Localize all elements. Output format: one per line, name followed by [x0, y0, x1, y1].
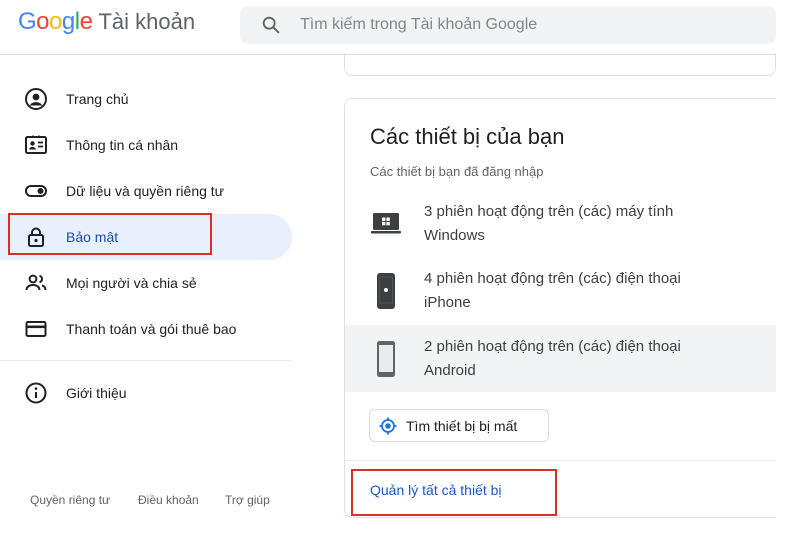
- sidebar-item-data-privacy[interactable]: Dữ liệu và quyền riêng tư: [0, 168, 292, 214]
- sidebar-item-label: Mọi người và chia sẻ: [66, 275, 197, 291]
- sidebar-item-about[interactable]: Giới thiệu: [0, 370, 292, 416]
- info-icon: [24, 381, 48, 405]
- logo-letter: g: [61, 8, 75, 35]
- logo-letter: o: [36, 8, 50, 35]
- sidebar-item-label: Trang chủ: [66, 91, 129, 107]
- iphone-icon: [377, 273, 395, 309]
- sidebar-divider: [0, 360, 292, 361]
- footer-link-terms[interactable]: Điều khoản: [138, 493, 199, 507]
- find-lost-device-label: Tìm thiết bị bị mất: [406, 417, 518, 434]
- device-description: 4 phiên hoạt động trên (các) điện thoại …: [424, 267, 754, 315]
- device-sessions: 2 phiên hoạt động trên (các) điện thoại: [424, 338, 681, 355]
- logo-letter: G: [18, 8, 37, 35]
- sidebar-item-label: Thanh toán và gói thuê bao: [66, 321, 237, 337]
- sidebar-item-home[interactable]: Trang chủ: [0, 76, 292, 122]
- device-sessions: 4 phiên hoạt động trên (các) điện thoại: [424, 270, 681, 287]
- google-logo: Google: [18, 8, 93, 36]
- id-card-icon: [24, 133, 48, 157]
- sidebar-item-personal-info[interactable]: Thông tin cá nhân: [0, 122, 292, 168]
- manage-devices-highlight-box: [351, 469, 557, 516]
- toggle-icon: [24, 179, 48, 203]
- search-bar[interactable]: [240, 6, 776, 44]
- product-name: Tài khoản: [98, 9, 196, 34]
- device-row-iphone[interactable]: 4 phiên hoạt động trên (các) điện thoại …: [345, 258, 776, 324]
- logo-letter: e: [79, 8, 93, 35]
- windows-laptop-icon: [371, 213, 401, 234]
- device-platform: Windows: [424, 227, 485, 244]
- google-account-logo[interactable]: Google Tài khoản: [18, 6, 195, 38]
- card-divider: [345, 460, 776, 461]
- sidebar-item-label: Thông tin cá nhân: [66, 137, 179, 153]
- devices-card-subtitle: Các thiết bị bạn đã đăng nhập: [370, 164, 544, 179]
- find-lost-device-button[interactable]: Tìm thiết bị bị mất: [369, 409, 549, 442]
- account-circle-icon: [24, 87, 48, 111]
- security-highlight-box: [8, 213, 212, 255]
- device-platform: Android: [424, 362, 476, 379]
- search-icon[interactable]: [260, 14, 282, 36]
- people-icon: [24, 271, 48, 295]
- device-row-android[interactable]: 2 phiên hoạt động trên (các) điện thoại …: [345, 325, 776, 392]
- device-description: 2 phiên hoạt động trên (các) điện thoại …: [424, 335, 754, 383]
- sidebar-item-label: Giới thiệu: [66, 385, 127, 401]
- locate-icon: [379, 417, 397, 434]
- search-input[interactable]: [300, 16, 740, 34]
- sidebar-item-people-sharing[interactable]: Mọi người và chia sẻ: [0, 260, 292, 306]
- logo-letter: o: [49, 8, 62, 35]
- devices-card-title: Các thiết bị của bạn: [370, 124, 565, 149]
- previous-card: [344, 54, 776, 76]
- device-row-windows[interactable]: 3 phiên hoạt động trên (các) máy tính Wi…: [345, 191, 776, 257]
- credit-card-icon: [24, 317, 48, 341]
- footer-link-help[interactable]: Trợ giúp: [225, 493, 270, 507]
- footer-link-privacy[interactable]: Quyền riêng tư: [30, 493, 110, 507]
- sidebar-item-payments[interactable]: Thanh toán và gói thuê bao: [0, 306, 292, 352]
- device-platform: iPhone: [424, 294, 471, 311]
- android-phone-icon: [377, 341, 395, 377]
- device-sessions: 3 phiên hoạt động trên (các) máy tính: [424, 203, 674, 220]
- sidebar-item-label: Dữ liệu và quyền riêng tư: [66, 183, 225, 199]
- device-description: 3 phiên hoạt động trên (các) máy tính Wi…: [424, 200, 754, 248]
